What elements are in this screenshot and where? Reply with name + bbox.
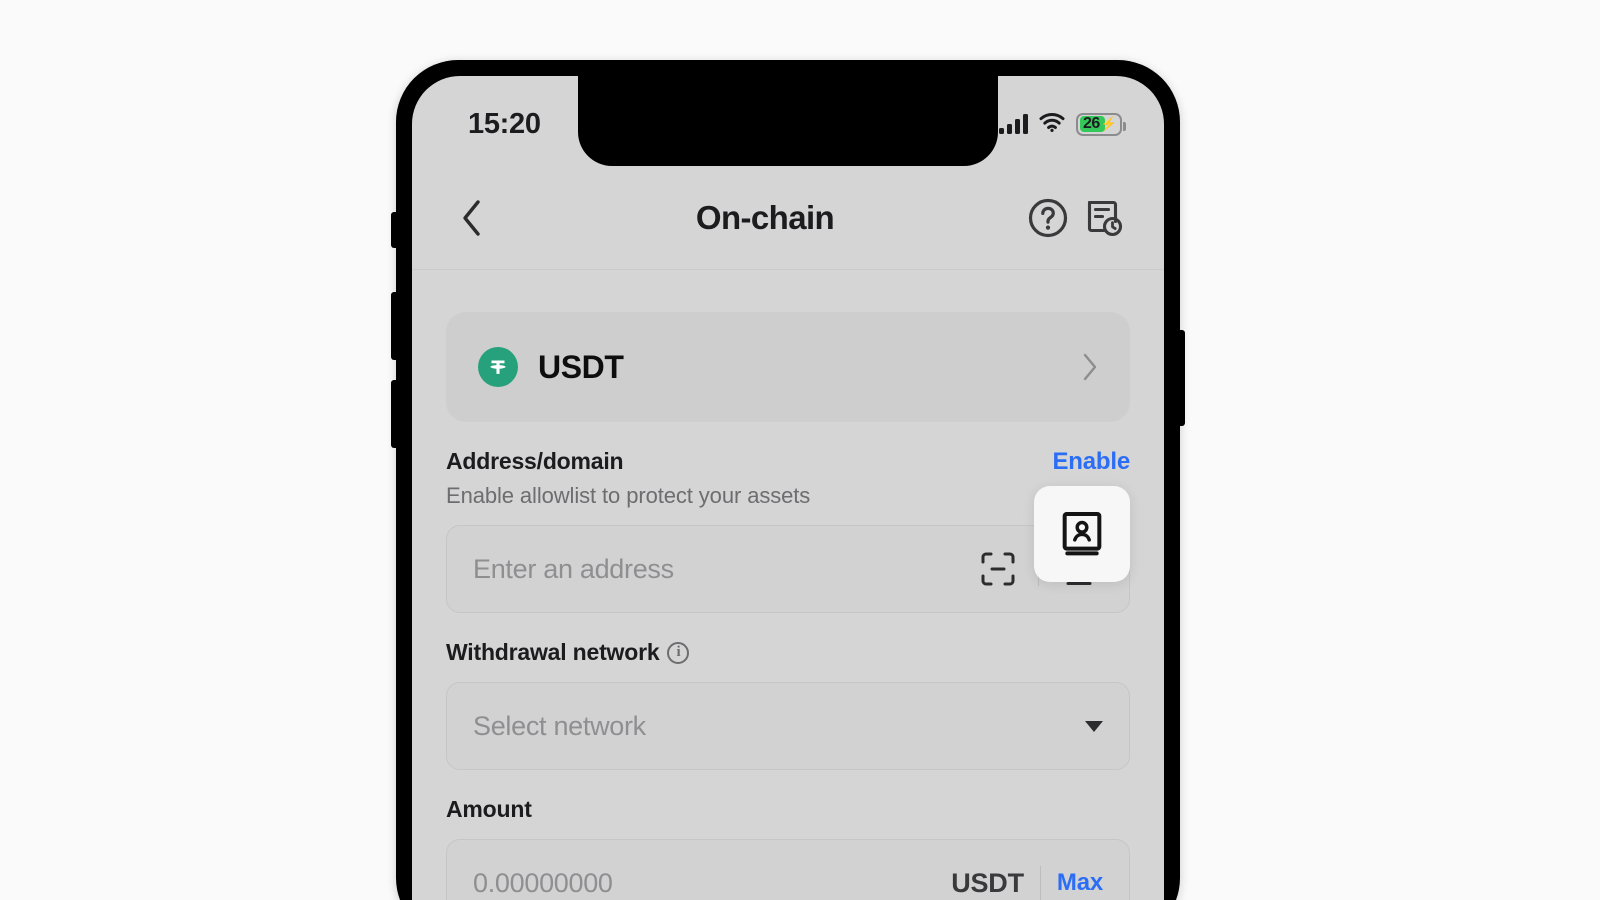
nav-header: On-chain bbox=[412, 166, 1164, 270]
battery-charging-icon: ⚡ bbox=[1100, 116, 1117, 131]
network-label-row: Withdrawal network i bbox=[446, 639, 1130, 666]
amount-input[interactable]: 0.00000000 bbox=[473, 868, 951, 899]
cellular-signal-icon bbox=[999, 114, 1028, 134]
address-input-box[interactable]: Enter an address bbox=[446, 525, 1130, 613]
screenshot-canvas: 15:20 26 ⚡ On-chain USDT Address/domain … bbox=[0, 0, 1600, 900]
amount-input-box[interactable]: 0.00000000 USDT Max bbox=[446, 839, 1130, 900]
amount-divider bbox=[1039, 866, 1041, 900]
status-bar-indicators: 26 ⚡ bbox=[999, 112, 1126, 137]
help-button[interactable] bbox=[1020, 190, 1076, 246]
tether-logo-icon bbox=[478, 347, 518, 387]
display-notch bbox=[578, 76, 998, 166]
chevron-down-icon[interactable] bbox=[1085, 720, 1103, 732]
amount-field-block: Amount 0.00000000 USDT Max bbox=[446, 796, 1130, 900]
withdraw-form: USDT Address/domain Enable allowlist to … bbox=[412, 270, 1164, 900]
battery-icon: 26 ⚡ bbox=[1076, 112, 1126, 136]
address-book-icon bbox=[1062, 512, 1102, 556]
amount-unit-label: USDT bbox=[951, 867, 1024, 898]
network-label: Withdrawal network bbox=[446, 639, 660, 665]
volume-up-button[interactable] bbox=[391, 292, 398, 360]
enable-allowlist-link[interactable]: Enable bbox=[1053, 448, 1131, 476]
order-history-button[interactable] bbox=[1076, 190, 1132, 246]
status-bar-clock: 15:20 bbox=[468, 107, 541, 140]
address-label-row: Address/domain Enable allowlist to prote… bbox=[446, 448, 1130, 509]
network-select-box[interactable]: Select network bbox=[446, 682, 1130, 770]
scan-address-button[interactable] bbox=[974, 545, 1022, 593]
amount-label: Amount bbox=[446, 796, 532, 822]
coin-symbol: USDT bbox=[538, 348, 624, 385]
chevron-left-icon bbox=[463, 199, 480, 236]
power-button[interactable] bbox=[1178, 330, 1185, 426]
back-button[interactable] bbox=[444, 190, 500, 246]
order-history-icon bbox=[1087, 200, 1123, 236]
help-circle-icon bbox=[1028, 198, 1068, 237]
scan-address-icon bbox=[981, 552, 1015, 586]
chevron-right-icon bbox=[1082, 353, 1098, 381]
network-select-value[interactable]: Select network bbox=[473, 711, 1085, 742]
battery-level-text: 26 bbox=[1083, 115, 1100, 132]
address-field-block: Address/domain Enable allowlist to prote… bbox=[446, 448, 1130, 613]
phone-frame: 15:20 26 ⚡ On-chain USDT Address/domain … bbox=[391, 60, 1185, 900]
info-circle-icon[interactable]: i bbox=[667, 641, 690, 664]
address-allowlist-hint: Enable allowlist to protect your assets bbox=[446, 483, 811, 508]
address-label: Address/domain bbox=[446, 448, 624, 474]
wifi-icon bbox=[1039, 112, 1065, 137]
max-amount-button[interactable]: Max bbox=[1057, 869, 1103, 897]
address-book-highlight-callout[interactable] bbox=[1034, 486, 1130, 582]
volume-down-button[interactable] bbox=[391, 380, 398, 448]
network-field-block: Withdrawal network i Select network bbox=[446, 639, 1130, 770]
page-title: On-chain bbox=[695, 198, 835, 236]
silent-switch-button[interactable] bbox=[391, 212, 398, 248]
coin-selector[interactable]: USDT bbox=[446, 312, 1130, 422]
address-input[interactable]: Enter an address bbox=[473, 554, 974, 585]
